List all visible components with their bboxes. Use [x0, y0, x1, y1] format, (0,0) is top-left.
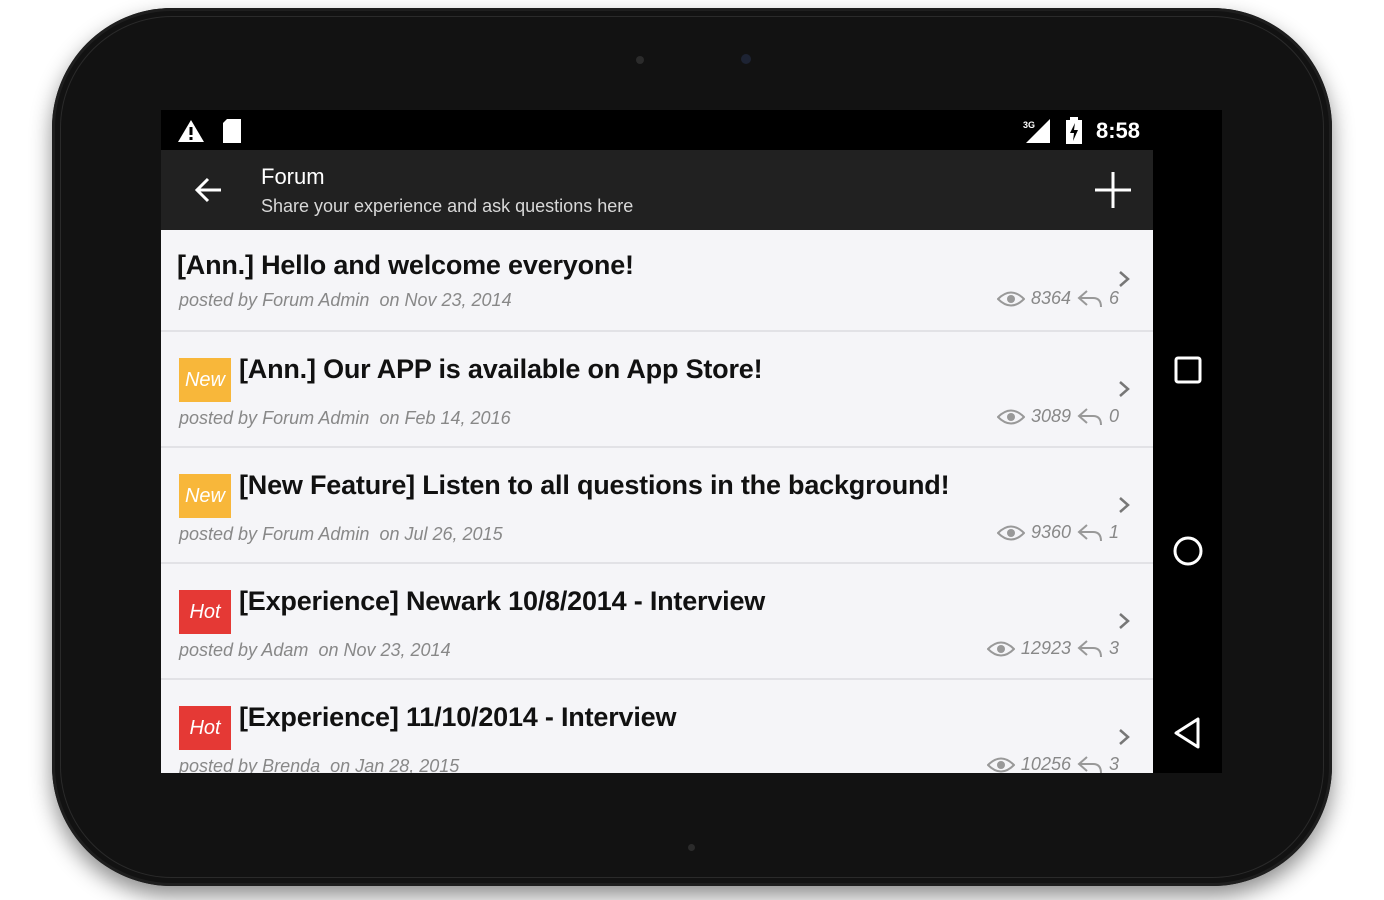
thread-title: [Ann.] Hello and welcome everyone! — [177, 250, 634, 280]
thread-stats: 10256 3 — [986, 754, 1119, 773]
microphone — [688, 844, 695, 851]
view-count: 3089 — [1030, 406, 1071, 426]
chevron-right-icon — [1119, 271, 1130, 287]
view-count: 10256 — [1020, 754, 1071, 773]
back-arrow-icon[interactable] — [191, 172, 227, 208]
home-icon[interactable] — [1170, 533, 1206, 569]
author-name: Adam — [261, 640, 309, 660]
thread-title: [Experience] 11/10/2014 - Interview — [239, 702, 677, 732]
reply-count: 3 — [1108, 754, 1119, 773]
thread-stats: 3089 0 — [996, 406, 1119, 427]
back-nav-icon[interactable] — [1170, 715, 1206, 751]
author-name: Forum Admin — [262, 290, 370, 310]
views-eye-icon — [996, 409, 1025, 424]
signal-3g-icon: 3G — [1023, 119, 1050, 143]
views-eye-icon — [986, 757, 1015, 772]
status-clock: 8:58 — [1095, 118, 1140, 143]
list-item[interactable]: New [Ann.] Our APP is available on App S… — [161, 332, 1153, 448]
light-sensor — [636, 56, 644, 64]
views-eye-icon — [996, 291, 1025, 306]
chevron-right-icon — [1119, 613, 1130, 629]
thread-meta: posted by Adam on Nov 23, 2014 — [179, 640, 451, 660]
view-count: 12923 — [1020, 638, 1071, 658]
reply-count: 3 — [1108, 638, 1119, 658]
thread-meta: posted by Brenda on Jan 28, 2015 — [179, 756, 459, 773]
svg-text:3G: 3G — [1023, 120, 1035, 130]
list-item[interactable]: Hot [Experience] Newark 10/8/2014 - Inte… — [161, 564, 1153, 680]
post-date: Nov 23, 2014 — [404, 290, 512, 310]
reply-icon — [1077, 289, 1102, 307]
page-title: Forum — [261, 164, 325, 189]
reply-icon — [1077, 407, 1102, 425]
thread-title: [Experience] Newark 10/8/2014 - Intervie… — [239, 586, 766, 616]
thread-title: [New Feature] Listen to all questions in… — [239, 470, 950, 500]
chevron-right-icon — [1119, 729, 1130, 745]
front-camera — [741, 54, 751, 64]
thread-stats: 8364 6 — [996, 288, 1119, 309]
thread-title: [Ann.] Our APP is available on App Store… — [239, 354, 763, 384]
views-eye-icon — [996, 525, 1025, 540]
list-item[interactable]: New [New Feature] Listen to all question… — [161, 448, 1153, 564]
thread-meta: posted by Forum Admin on Jul 26, 2015 — [179, 524, 503, 544]
list-item[interactable]: [Ann.] Hello and welcome everyone! poste… — [161, 230, 1153, 332]
thread-meta: posted by Forum Admin on Nov 23, 2014 — [179, 290, 512, 310]
views-eye-icon — [986, 641, 1015, 656]
reply-count: 0 — [1108, 406, 1119, 426]
list-item[interactable]: Hot [Experience] 11/10/2014 - Interview … — [161, 680, 1153, 773]
thread-meta: posted by Forum Admin on Feb 14, 2016 — [179, 408, 511, 428]
new-badge: New — [179, 474, 231, 518]
app-bar: Forum Share your experience and ask ques… — [161, 150, 1153, 230]
post-date: Jan 28, 2015 — [355, 756, 460, 773]
thread-stats: 12923 3 — [986, 638, 1119, 659]
add-icon[interactable] — [1093, 170, 1133, 210]
hot-badge: Hot — [179, 590, 231, 634]
thread-list[interactable]: [Ann.] Hello and welcome everyone! poste… — [161, 230, 1153, 773]
chevron-right-icon — [1119, 381, 1130, 397]
reply-count: 6 — [1108, 288, 1119, 308]
post-date: Jul 26, 2015 — [404, 524, 503, 544]
thread-stats: 9360 1 — [996, 522, 1119, 543]
system-nav-bar — [1153, 230, 1222, 773]
hot-badge: Hot — [179, 706, 231, 750]
warning-icon — [178, 120, 204, 142]
page-subtitle: Share your experience and ask questions … — [261, 196, 634, 216]
battery-charging-icon — [1066, 117, 1082, 144]
new-badge: New — [179, 358, 231, 402]
reply-icon — [1077, 523, 1102, 541]
view-count: 8364 — [1030, 288, 1071, 308]
author-name: Forum Admin — [262, 524, 370, 544]
recent-apps-icon[interactable] — [1170, 352, 1206, 388]
reply-icon — [1077, 755, 1102, 773]
reply-count: 1 — [1108, 522, 1119, 542]
reply-icon — [1077, 639, 1102, 657]
view-count: 9360 — [1030, 522, 1071, 542]
status-bar: 3G 8:58 — [161, 110, 1222, 150]
post-date: Feb 14, 2016 — [404, 408, 511, 428]
author-name: Brenda — [262, 756, 321, 773]
chevron-right-icon — [1119, 497, 1130, 513]
device-screen: 3G 8:58 Forum Share your experience and … — [161, 110, 1222, 773]
post-date: Nov 23, 2014 — [343, 640, 451, 660]
author-name: Forum Admin — [262, 408, 370, 428]
sd-card-icon — [223, 119, 241, 143]
